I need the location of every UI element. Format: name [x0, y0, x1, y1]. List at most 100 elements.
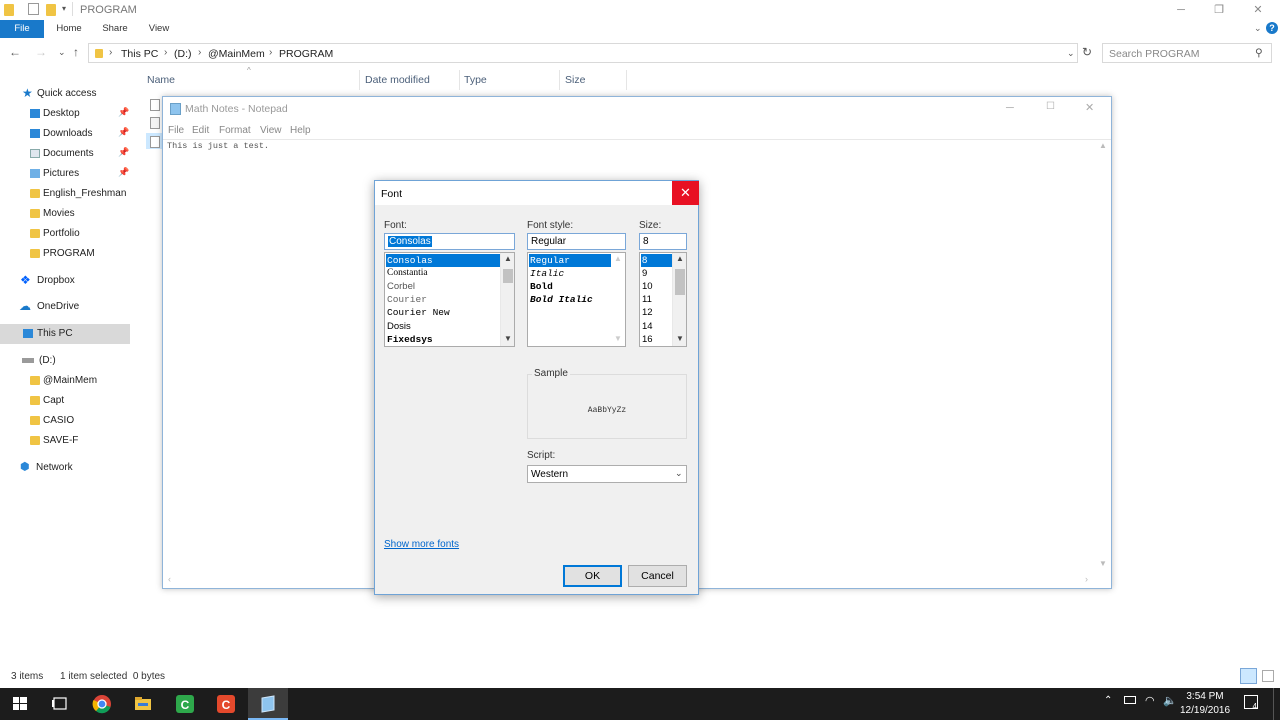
ok-button[interactable]: OK [563, 565, 622, 587]
chevron-right-icon[interactable]: › [269, 47, 272, 58]
file-icon[interactable] [150, 136, 160, 148]
address-box[interactable]: › This PC › (D:) › @MainMem › PROGRAM ⌄ [88, 43, 1078, 63]
pin-icon[interactable]: 📌 [118, 127, 129, 138]
pin-icon[interactable]: 📌 [118, 147, 129, 158]
size-list-scrollbar[interactable]: ▲ ▼ [672, 253, 686, 346]
column-header-date[interactable]: Date modified [365, 74, 430, 86]
vertical-scrollbar[interactable]: ▲ ▼ [1096, 141, 1110, 573]
nav-item-downloads[interactable]: Downloads 📌 [0, 124, 130, 144]
nav-item-portfolio[interactable]: Portfolio [0, 224, 130, 244]
font-list-scrollbar[interactable]: ▲ ▼ [500, 253, 514, 346]
tab-file[interactable]: File [0, 20, 44, 38]
expand-ribbon-icon[interactable]: ⌄ [1254, 23, 1262, 34]
notepad-icon[interactable] [256, 693, 280, 715]
font-name-input[interactable]: Consolas [384, 233, 515, 250]
action-center-icon[interactable]: 4 [1244, 695, 1258, 711]
nav-item-network[interactable]: ⬢ Network [0, 458, 130, 478]
list-item[interactable]: 9 [641, 267, 647, 280]
scroll-thumb[interactable] [503, 269, 513, 283]
restore-button[interactable]: ❐ [1199, 0, 1239, 20]
breadcrumb-this-pc[interactable]: This PC [121, 48, 158, 60]
list-item[interactable]: Bold Italic [529, 293, 593, 306]
close-button[interactable]: ✕ [1238, 0, 1278, 20]
scroll-right-icon[interactable]: › [1085, 574, 1088, 584]
column-header-size[interactable]: Size [565, 74, 585, 86]
chrome-icon[interactable] [90, 693, 114, 715]
details-view-icon[interactable] [1240, 668, 1257, 684]
file-explorer-icon[interactable] [131, 693, 155, 715]
nav-item-capt[interactable]: Capt [0, 391, 130, 411]
style-list-scrollbar[interactable]: ▲ ▼ [611, 253, 625, 346]
scroll-up-icon[interactable]: ▲ [614, 254, 622, 263]
list-item[interactable]: Courier [386, 293, 427, 306]
list-item[interactable]: Corbel [386, 280, 415, 293]
close-icon[interactable]: ✕ [672, 181, 699, 205]
chevron-right-icon[interactable]: › [198, 47, 201, 58]
nav-item-casio[interactable]: CASIO [0, 411, 130, 431]
volume-icon[interactable]: 🔈 [1163, 694, 1177, 707]
file-icon[interactable] [150, 117, 160, 129]
forward-arrow-icon[interactable]: → [35, 45, 47, 59]
column-divider[interactable] [559, 70, 560, 90]
script-select[interactable]: Western ⌄ [527, 465, 687, 483]
column-divider[interactable] [459, 70, 460, 90]
nav-item-program[interactable]: PROGRAM [0, 244, 130, 264]
tab-view[interactable]: View [140, 20, 178, 38]
tab-share[interactable]: Share [96, 20, 134, 38]
nav-item-documents[interactable]: Documents 📌 [0, 144, 130, 164]
menu-view[interactable]: View [260, 125, 282, 136]
cancel-button[interactable]: Cancel [628, 565, 687, 587]
customize-quick-access-icon[interactable]: ▾ [62, 4, 66, 13]
menu-file[interactable]: File [168, 125, 184, 136]
font-style-list[interactable]: Regular Italic Bold Bold Italic ▲ ▼ [527, 252, 626, 347]
nav-item-drive[interactable]: (D:) [0, 351, 130, 371]
file-icon[interactable] [150, 99, 160, 111]
breadcrumb-drive[interactable]: (D:) [174, 48, 192, 60]
menu-format[interactable]: Format [219, 125, 251, 136]
show-desktop-button[interactable] [1273, 688, 1274, 720]
menu-edit[interactable]: Edit [192, 125, 209, 136]
battery-icon[interactable] [1124, 696, 1136, 704]
chevron-up-icon[interactable]: ⌃ [1104, 695, 1112, 706]
notepad-text-area[interactable]: This is just a test. [167, 141, 269, 151]
list-item[interactable]: 14 [641, 320, 653, 333]
breadcrumb-program[interactable]: PROGRAM [279, 48, 333, 60]
clock-date[interactable]: 12/19/2016 [1180, 705, 1230, 716]
nav-item-onedrive[interactable]: ☁ OneDrive [0, 297, 130, 317]
list-item[interactable]: Consolas [386, 254, 500, 267]
column-divider[interactable] [359, 70, 360, 90]
list-item[interactable]: 16 [641, 333, 653, 346]
windows-start-icon[interactable] [8, 693, 32, 715]
nav-item-movies[interactable]: Movies [0, 204, 130, 224]
search-input[interactable]: Search PROGRAM ⚲ [1102, 43, 1272, 63]
camtasia-recorder-icon[interactable]: C [214, 693, 238, 715]
scroll-down-icon[interactable]: ▼ [614, 334, 622, 343]
pin-icon[interactable]: 📌 [118, 167, 129, 178]
scroll-down-icon[interactable]: ▼ [504, 334, 512, 343]
minimize-button[interactable]: ─ [1006, 102, 1014, 114]
list-item[interactable]: Constantia [386, 267, 428, 280]
list-item[interactable]: Fixedsys [386, 333, 433, 346]
list-item[interactable]: 10 [641, 280, 653, 293]
column-divider[interactable] [626, 70, 627, 90]
help-icon[interactable]: ? [1266, 22, 1278, 34]
scroll-left-icon[interactable]: ‹ [168, 574, 171, 584]
list-item[interactable]: 11 [641, 293, 652, 306]
nav-item-english-freshman[interactable]: English_Freshman [0, 184, 130, 204]
minimize-button[interactable]: ─ [1161, 0, 1201, 20]
list-item[interactable]: Italic [529, 267, 564, 280]
size-list[interactable]: 8 9 10 11 12 14 16 ▲ ▼ [639, 252, 687, 347]
chevron-right-icon[interactable]: › [164, 47, 167, 58]
chevron-down-icon[interactable]: ⌄ [1067, 48, 1075, 59]
list-item[interactable]: Courier New [386, 306, 450, 319]
font-style-input[interactable]: Regular [527, 233, 626, 250]
column-header-name[interactable]: Name [147, 74, 175, 86]
font-list[interactable]: Consolas Constantia Corbel Courier Couri… [384, 252, 515, 347]
scroll-thumb[interactable] [675, 269, 685, 295]
nav-quick-access[interactable]: ★ Quick access [0, 84, 130, 104]
camtasia-icon[interactable]: C [173, 693, 197, 715]
menu-help[interactable]: Help [290, 125, 311, 136]
up-arrow-icon[interactable]: ↑ [73, 45, 79, 59]
maximize-button[interactable]: ☐ [1046, 101, 1055, 112]
list-item[interactable]: 12 [641, 306, 653, 319]
